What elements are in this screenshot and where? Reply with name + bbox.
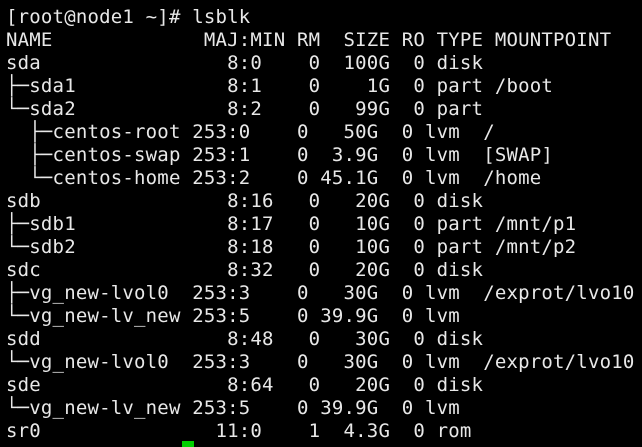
output-line: └─vg_new-lvol0 253:3 0 30G 0 lvm /exprot… [6, 351, 635, 373]
output-line: ├─centos-root 253:0 0 50G 0 lvm / [6, 121, 495, 143]
output-line: └─sdb2 8:18 0 10G 0 part /mnt/p2 [6, 236, 577, 258]
output-line: sda 8:0 0 100G 0 disk [6, 52, 484, 74]
output-line: └─sda2 8:2 0 99G 0 part [6, 98, 484, 120]
command-prompt: [root@node1 ~]# lsblk [6, 6, 251, 28]
output-line: ├─centos-swap 253:1 0 3.9G 0 lvm [SWAP] [6, 144, 554, 166]
lsblk-header: NAME MAJ:MIN RM SIZE RO TYPE MOUNTPOINT [6, 29, 612, 51]
text-cursor [182, 441, 194, 447]
output-line: sde 8:64 0 20G 0 disk [6, 374, 484, 396]
output-line: sdc 8:32 0 20G 0 disk [6, 259, 484, 281]
terminal-window[interactable]: [root@node1 ~]# lsblk NAME MAJ:MIN RM SI… [0, 0, 642, 447]
output-line: sr0 11:0 1 4.3G 0 rom [6, 420, 472, 442]
output-line: └─vg_new-lv_new 253:5 0 39.9G 0 lvm [6, 305, 460, 327]
output-line: ├─sdb1 8:17 0 10G 0 part /mnt/p1 [6, 213, 577, 235]
output-line: ├─vg_new-lvol0 253:3 0 30G 0 lvm /exprot… [6, 282, 635, 304]
output-line: └─centos-home 253:2 0 45.1G 0 lvm /home [6, 167, 542, 189]
output-line: sdd 8:48 0 30G 0 disk [6, 328, 484, 350]
output-line: ├─sda1 8:1 0 1G 0 part /boot [6, 75, 554, 97]
output-line: └─vg_new-lv_new 253:5 0 39.9G 0 lvm [6, 397, 460, 419]
output-line: sdb 8:16 0 20G 0 disk [6, 190, 484, 212]
